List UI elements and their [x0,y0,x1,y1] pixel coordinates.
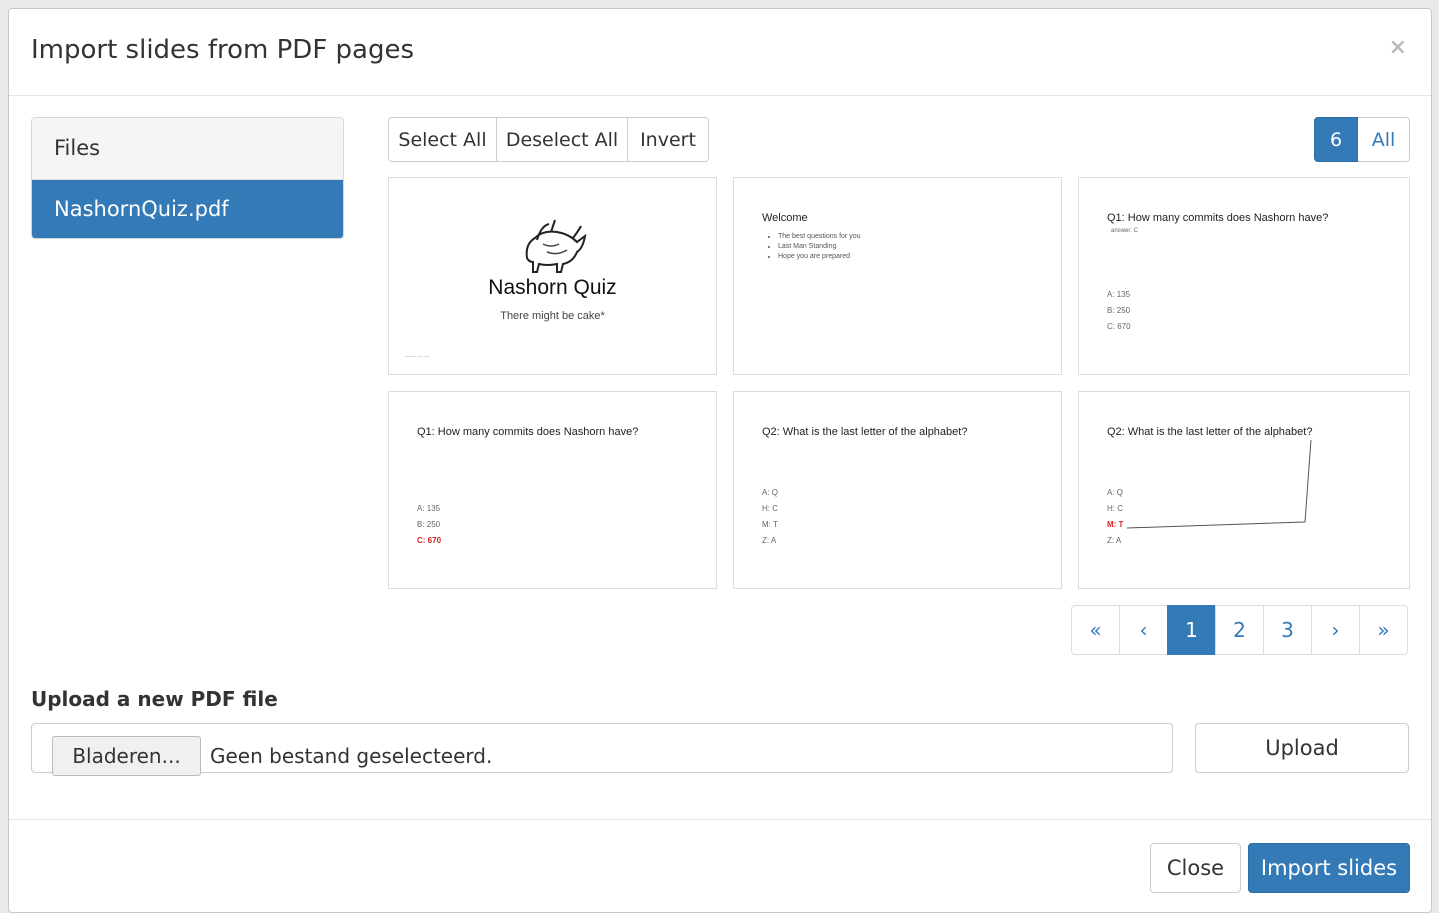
browse-button[interactable]: Bladeren... [52,736,201,776]
slide-thumbnail-3[interactable]: Q1: How many commits does Nashorn have? … [1078,177,1410,375]
slide-thumbnail-2[interactable]: Welcome The best questions for you Last … [733,177,1062,375]
import-slides-modal: Import slides from PDF pages × Files Nas… [8,8,1432,913]
slide-2-bullet-list: The best questions for you Last Man Stan… [764,232,861,262]
close-button[interactable]: Close [1150,843,1241,893]
slide-5-answer: H: C [762,504,778,513]
slide-5-title: Q2: What is the last letter of the alpha… [762,426,968,438]
select-all-button[interactable]: Select All [388,117,497,162]
slide-5-answer: Z: A [762,536,777,545]
pdf-file-input[interactable]: Bladeren... Geen bestand geselecteerd. [31,723,1173,776]
prev-page-button[interactable]: ‹ [1119,605,1168,655]
slide-4-answer: B: 250 [417,520,441,529]
files-heading: Files [32,118,343,180]
modal-title: Import slides from PDF pages [31,35,415,65]
slide-thumbnail-5[interactable]: Q2: What is the last letter of the alpha… [733,391,1062,589]
slide-4-correct-answer: C: 670 [417,536,442,545]
slide-2-bullet: Last Man Standing [778,242,861,252]
slide-thumbnail-4[interactable]: Q1: How many commits does Nashorn have? … [388,391,717,589]
slide-3-title: Q1: How many commits does Nashorn have? [1107,212,1329,224]
first-page-button[interactable]: « [1071,605,1120,655]
page-size-6-button[interactable]: 6 [1314,117,1358,162]
page-3-button[interactable]: 3 [1263,605,1312,655]
slide-5-answer: A: Q [762,488,779,497]
deselect-all-button[interactable]: Deselect All [496,117,628,162]
next-page-button[interactable]: › [1311,605,1360,655]
rhino-logo-icon [525,219,587,273]
slide-5-answer: M: T [762,520,778,529]
modal-header: Import slides from PDF pages × [9,9,1431,96]
page-size-all-button[interactable]: All [1358,117,1410,162]
slide-2-title: Welcome [762,212,808,224]
slide-1-subtitle: There might be cake* [500,310,605,322]
slide-thumbnail-1[interactable]: Nashorn Quiz There might be cake* — — — … [388,177,717,375]
slide-4-title: Q1: How many commits does Nashorn have? [417,426,639,438]
upload-section-label: Upload a new PDF file [31,687,278,711]
slide-2-bullet: The best questions for you [778,232,861,242]
slide-3-note: answer: C [1111,228,1139,234]
annotation-line-icon [1126,439,1312,529]
slide-3-answer: C: 670 [1107,322,1131,331]
close-icon[interactable]: × [1389,35,1407,60]
no-file-selected-text: Geen bestand geselecteerd. [210,744,493,768]
slide-1-footnote: — — — — [405,354,430,360]
last-page-button[interactable]: » [1359,605,1408,655]
selection-button-group: Select All Deselect All Invert [388,117,709,162]
invert-button[interactable]: Invert [627,117,709,162]
slide-1-title: Nashorn Quiz [488,276,617,299]
import-slides-button[interactable]: Import slides [1248,843,1410,893]
slide-thumbnail-6[interactable]: Q2: What is the last letter of the alpha… [1078,391,1410,589]
slide-2-bullet: Hope you are prepared [778,252,861,262]
slide-3-answer: A: 135 [1107,290,1131,299]
page-2-button[interactable]: 2 [1215,605,1264,655]
files-panel: Files NashornQuiz.pdf [31,117,344,239]
slide-4-answer: A: 135 [417,504,441,513]
file-item-nashornquiz[interactable]: NashornQuiz.pdf [32,180,343,238]
upload-button[interactable]: Upload [1195,723,1409,773]
slide-pagination: « ‹ 1 2 3 › » [1071,605,1408,655]
page-1-button[interactable]: 1 [1167,605,1216,655]
slide-3-answer: B: 250 [1107,306,1131,315]
page-size-toggle: 6 All [1314,117,1410,162]
